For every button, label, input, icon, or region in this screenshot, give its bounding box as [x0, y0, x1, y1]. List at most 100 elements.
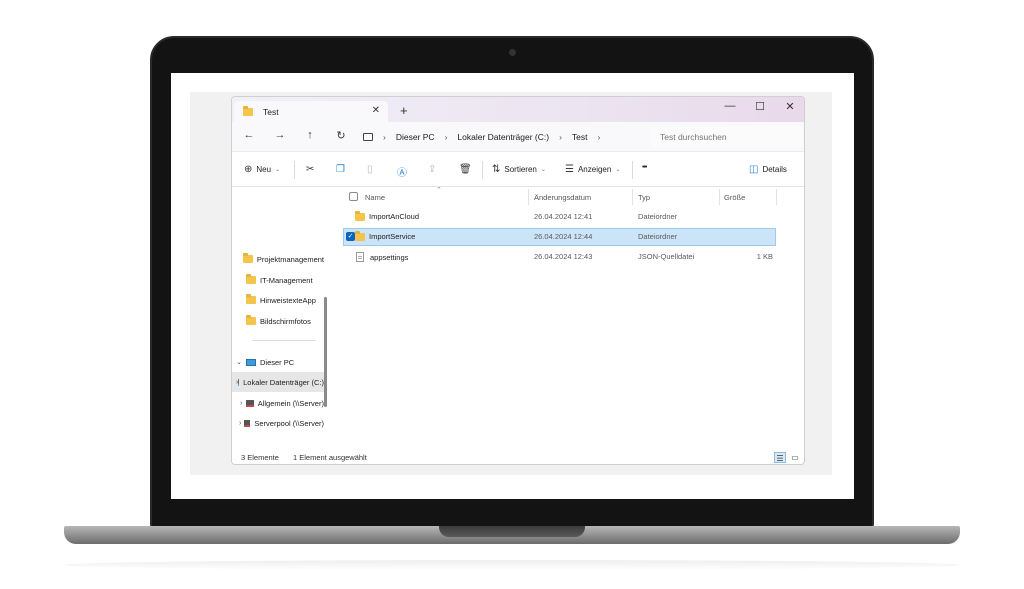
chevron-right-icon[interactable]: ›	[598, 132, 601, 142]
view-button[interactable]: ☰ Anzeigen ⌄	[565, 164, 620, 175]
sidebar-item-label: IT-Management	[260, 275, 313, 285]
sidebar-scrollbar[interactable]	[324, 297, 327, 407]
sidebar-divider	[252, 340, 316, 341]
chevron-down-icon: ⌄	[615, 167, 621, 173]
sort-button[interactable]: ⇅ Sortieren ⌄	[492, 164, 546, 175]
sidebar-item-bildschirmfotos[interactable]: Bildschirmfotos	[232, 311, 324, 331]
more-icon: •••	[642, 164, 647, 171]
breadcrumb-lokaler-datentraeger[interactable]: Lokaler Datenträger (C:)	[457, 132, 549, 142]
chevron-right-icon: ›	[559, 131, 562, 142]
tab-test[interactable]: Test ✕	[234, 101, 388, 122]
folder-icon	[246, 274, 256, 284]
computer-icon	[246, 358, 256, 366]
folder-icon	[246, 315, 256, 325]
breadcrumb-test[interactable]: Test	[572, 132, 588, 142]
file-size: 1 KB	[756, 252, 773, 261]
refresh-button[interactable]: ↻	[333, 129, 349, 142]
file-row-importservice[interactable]: ✓ ImportService 26.04.2024 12:44 Dateior…	[343, 228, 776, 246]
file-row-importancloud[interactable]: ImportAnCloud 26.04.2024 12:41 Dateiordn…	[343, 208, 776, 226]
sort-arrows-icon: ⇅	[492, 164, 501, 175]
navigation-bar: ← → ↑ ↻ › Dieser PC › Lokaler Datenträge…	[232, 122, 804, 151]
chevron-right-icon[interactable]: ›	[236, 420, 244, 427]
file-type: Dateiordner	[638, 212, 678, 221]
monitor-icon	[363, 132, 373, 141]
sidebar-item-label: HinweistexteApp	[260, 295, 316, 305]
tab-close-button[interactable]: ✕	[372, 105, 380, 116]
item-count: 3 Elemente	[241, 453, 279, 462]
file-modified: 26.04.2024 12:41	[534, 212, 593, 221]
cut-button[interactable]: ✂	[306, 164, 318, 175]
close-button[interactable]: ✕	[780, 100, 800, 113]
sidebar-item-label: Lokaler Datenträger (C:)	[243, 377, 324, 387]
column-header-name[interactable]: Name	[365, 193, 385, 202]
sidebar-item-label: Projektmanagement	[256, 254, 324, 264]
copy-button[interactable]: ❐	[336, 164, 349, 175]
sidebar-item-lokaler-datentraeger[interactable]: › Lokaler Datenträger (C:)	[232, 372, 324, 392]
laptop-notch	[439, 526, 585, 537]
sidebar-item-serverpool[interactable]: › Serverpool (\\Server)	[232, 413, 324, 433]
column-header-size[interactable]: Größe	[724, 193, 745, 202]
select-all-checkbox[interactable]	[349, 192, 358, 201]
file-name: appsettings	[370, 252, 409, 262]
status-bar: 3 Elemente 1 Element ausgewählt ☰ ▭	[232, 451, 804, 464]
sidebar-item-label: Dieser PC	[260, 357, 295, 367]
column-divider[interactable]	[776, 189, 777, 205]
selection-count: 1 Element ausgewählt	[293, 453, 367, 462]
column-header-modified[interactable]: Änderungsdatum	[534, 193, 591, 202]
laptop-shadow	[64, 560, 960, 570]
network-drive-icon	[246, 399, 254, 407]
up-button[interactable]: ↑	[302, 129, 318, 141]
breadcrumb-dieser-pc[interactable]: Dieser PC	[396, 132, 435, 142]
file-type: Dateiordner	[638, 232, 678, 241]
new-button[interactable]: ⊕ Neu ⌄	[244, 164, 280, 175]
more-button[interactable]: •••	[642, 164, 647, 171]
sidebar-item-projektmanagement[interactable]: Projektmanagement	[232, 249, 324, 269]
chevron-down-icon[interactable]: ⌄	[232, 358, 246, 366]
sidebar-item-allgemein[interactable]: › Allgemein (\\Server)	[232, 393, 324, 413]
search-input[interactable]	[651, 126, 803, 147]
column-divider[interactable]	[528, 189, 529, 205]
new-label: Neu	[256, 165, 272, 174]
breadcrumb[interactable]: › Dieser PC › Lokaler Datenträger (C:) ›…	[363, 126, 643, 147]
column-divider[interactable]	[719, 189, 720, 205]
chevron-right-icon[interactable]: ›	[236, 400, 246, 407]
row-checkbox[interactable]: ✓	[346, 232, 355, 241]
sidebar-item-label: Bildschirmfotos	[260, 316, 311, 326]
delete-button[interactable]: 🗑	[459, 164, 476, 175]
chevron-down-icon: ⌄	[540, 167, 546, 173]
column-header-type[interactable]: Typ	[638, 193, 650, 202]
forward-button[interactable]: →	[272, 129, 288, 141]
list-view-icon: ☰	[565, 164, 574, 175]
folder-icon	[246, 294, 256, 304]
file-row-appsettings[interactable]: appsettings 26.04.2024 12:43 JSON-Quelld…	[343, 248, 776, 266]
details-label: Details	[762, 165, 787, 174]
toolbar-divider	[294, 161, 295, 179]
details-view-icon[interactable]: ☰	[774, 452, 786, 463]
file-modified: 26.04.2024 12:43	[534, 252, 593, 261]
tiles-view-icon[interactable]: ▭	[789, 452, 801, 463]
minimize-button[interactable]: —	[720, 100, 740, 112]
sidebar-item-dieser-pc[interactable]: ⌄ Dieser PC	[232, 352, 324, 372]
column-divider[interactable]	[632, 189, 633, 205]
webcam	[509, 49, 516, 56]
chevron-down-icon: ⌄	[275, 167, 281, 173]
scissors-icon: ✂	[306, 164, 315, 175]
sidebar-item-hinweistexteapp[interactable]: HinweistexteApp	[232, 290, 324, 310]
sidebar-item-it-management[interactable]: IT-Management	[232, 270, 324, 290]
file-name: ImportAnCloud	[369, 212, 420, 221]
title-bar: Test ✕ + — ☐ ✕	[232, 97, 804, 122]
folder-icon	[355, 210, 365, 221]
new-tab-button[interactable]: +	[400, 103, 408, 118]
file-list: Name ⌃ Änderungsdatum Typ Größe ImportAn…	[338, 187, 804, 451]
sidebar-item-label: Serverpool (\\Server)	[254, 418, 324, 428]
back-button[interactable]: ←	[241, 129, 257, 141]
share-button[interactable]: ⇪	[428, 164, 440, 175]
maximize-button[interactable]: ☐	[750, 100, 770, 113]
chevron-right-icon: ›	[444, 131, 448, 142]
details-button[interactable]: ◫ Details	[749, 164, 787, 175]
navigation-pane: Projektmanagement IT-Management Hinweist…	[232, 187, 328, 451]
clipboard-icon: ▯	[367, 164, 373, 175]
plus-circle-icon: ⊕	[244, 164, 253, 175]
paste-button[interactable]: ▯	[367, 164, 377, 175]
rename-button[interactable]: Ⓐ	[397, 164, 411, 179]
